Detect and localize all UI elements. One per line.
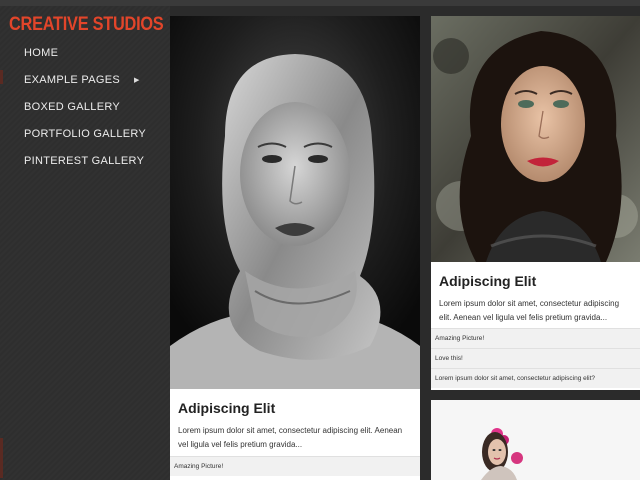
- nav-item-label: EXAMPLE PAGES: [24, 73, 121, 86]
- post-title[interactable]: Adipiscing Elit: [439, 273, 632, 289]
- post-photo: [431, 400, 640, 480]
- post-body: Adipiscing Elit Lorem ipsum dolor sit am…: [170, 389, 420, 459]
- nav-item-boxed-gallery[interactable]: BOXED GALLERY: [0, 93, 170, 120]
- post-body: Adipiscing Elit Lorem ipsum dolor sit am…: [431, 262, 640, 328]
- post-image[interactable]: [431, 400, 640, 480]
- comment-item[interactable]: Love this!: [431, 348, 640, 368]
- nav-item-pinterest-gallery[interactable]: PINTEREST GALLERY: [0, 147, 170, 174]
- nav-item-label: PINTEREST GALLERY: [24, 154, 145, 167]
- gallery-card: Adipiscing Elit Lorem ipsum dolor sit am…: [170, 16, 420, 480]
- nav-item-label: HOME: [24, 46, 59, 59]
- nav-item-label: PORTFOLIO GALLERY: [24, 127, 147, 140]
- nav-item-label: BOXED GALLERY: [24, 100, 121, 113]
- comment-item[interactable]: Amazing Picture!: [170, 456, 420, 476]
- gallery-card: [431, 400, 640, 480]
- left-edge-marker: [0, 438, 3, 478]
- comment-list: Amazing Picture! Love this! Lorem ipsum …: [431, 328, 640, 388]
- comment-item[interactable]: Lorem ipsum dolor sit amet, consectetur …: [431, 368, 640, 388]
- post-excerpt: Lorem ipsum dolor sit amet, consectetur …: [439, 299, 620, 322]
- gallery-card: Adipiscing Elit Lorem ipsum dolor sit am…: [431, 16, 640, 390]
- post-title[interactable]: Adipiscing Elit: [178, 400, 412, 416]
- sidebar: CREATIVE STUDIOS HOME EXAMPLE PAGES ▶ BO…: [0, 6, 170, 480]
- post-photo: [170, 16, 420, 389]
- comment-item[interactable]: Amazing Picture!: [431, 328, 640, 348]
- post-photo: [431, 16, 640, 262]
- comment-list: Amazing Picture!: [170, 456, 420, 476]
- nav-item-portfolio-gallery[interactable]: PORTFOLIO GALLERY: [0, 120, 170, 147]
- post-image[interactable]: [170, 16, 420, 389]
- main-nav: HOME EXAMPLE PAGES ▶ BOXED GALLERY PORTF…: [0, 39, 170, 174]
- post-excerpt: Lorem ipsum dolor sit amet, consectetur …: [178, 426, 403, 449]
- chevron-right-icon: ▶: [134, 76, 140, 84]
- site-logo[interactable]: CREATIVE STUDIOS: [9, 14, 164, 36]
- left-edge-marker: [0, 70, 3, 84]
- page: CREATIVE STUDIOS HOME EXAMPLE PAGES ▶ BO…: [0, 0, 640, 480]
- nav-item-example-pages[interactable]: EXAMPLE PAGES ▶: [0, 66, 170, 93]
- post-image[interactable]: [431, 16, 640, 262]
- nav-item-home[interactable]: HOME: [0, 39, 170, 66]
